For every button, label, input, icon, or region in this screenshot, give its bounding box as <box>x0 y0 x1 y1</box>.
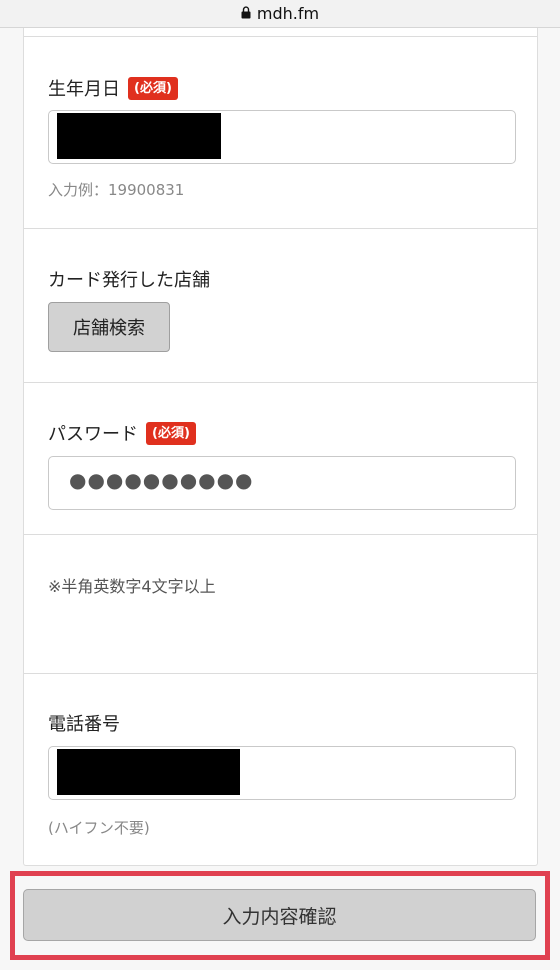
required-badge: (必須) <box>128 76 178 100</box>
phone-label: 電話番号 <box>48 714 120 735</box>
redacted-value <box>57 113 221 159</box>
store-label-row: カード発行した店舗 <box>48 266 210 292</box>
url-host: mdh.fm <box>256 4 320 23</box>
phone-input[interactable] <box>48 746 516 800</box>
redacted-value <box>57 749 240 795</box>
store-search-button[interactable]: 店舗検索 <box>48 302 170 352</box>
lock-icon <box>241 6 251 19</box>
password-note: ※半角英数字4文字以上 <box>48 577 216 596</box>
phone-hint: (ハイフン不要) <box>48 819 150 837</box>
password-label-row: パスワード (必須) <box>48 420 196 446</box>
password-label: パスワード <box>48 424 138 445</box>
divider <box>24 673 537 674</box>
confirm-input-button[interactable]: 入力内容確認 <box>23 889 536 941</box>
browser-url-bar[interactable]: mdh.fm <box>0 0 560 28</box>
highlight-frame: 入力内容確認 <box>10 871 550 960</box>
password-masked-value: ●●●●●●●●●● <box>69 468 254 492</box>
divider <box>24 534 537 535</box>
store-label: カード発行した店舗 <box>48 270 210 291</box>
birthday-label: 生年月日 <box>48 79 120 100</box>
divider <box>24 228 537 229</box>
required-badge: (必須) <box>146 421 196 445</box>
password-input[interactable]: ●●●●●●●●●● <box>48 456 516 510</box>
birthday-label-row: 生年月日 (必須) <box>48 75 178 101</box>
divider <box>24 382 537 383</box>
phone-label-row: 電話番号 <box>48 710 120 736</box>
registration-form: 生年月日 (必須) 入力例：19900831 カード発行した店舗 店舗検索 パス… <box>23 28 538 866</box>
birthday-input[interactable] <box>48 110 516 164</box>
divider <box>24 36 537 37</box>
birthday-hint: 入力例：19900831 <box>48 181 185 199</box>
